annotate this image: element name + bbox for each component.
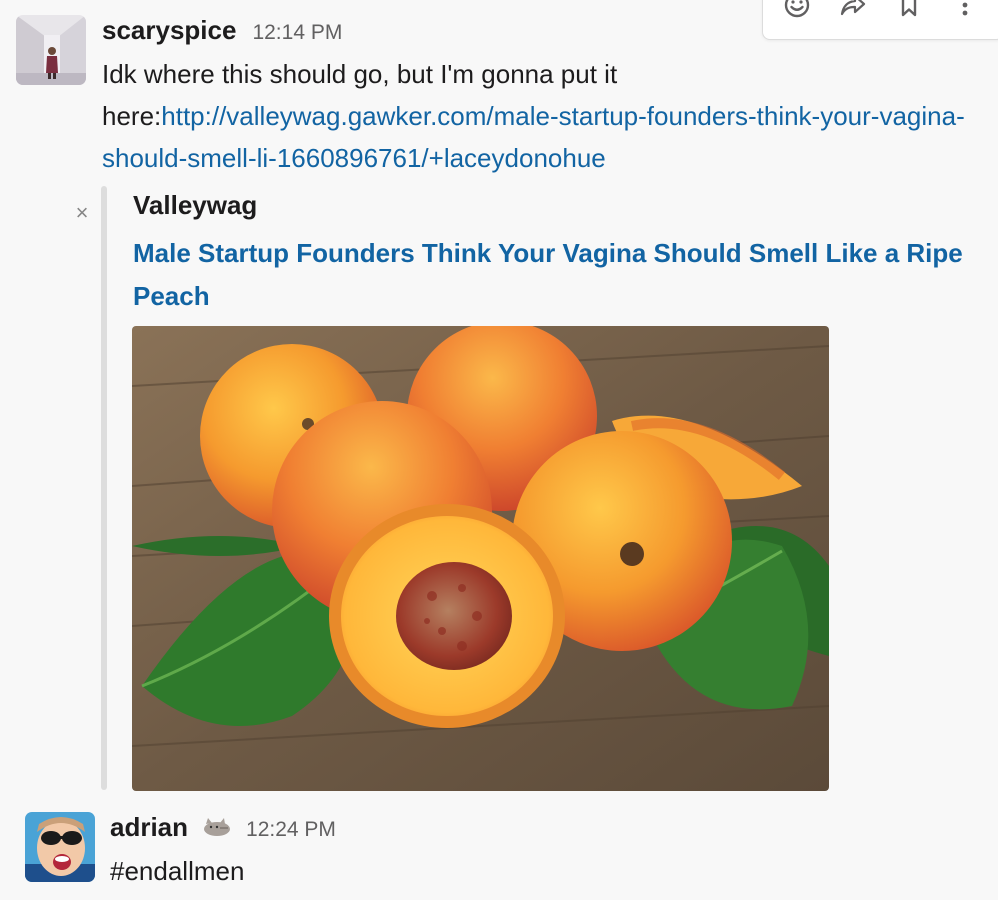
pusheen-cat-emoji (202, 816, 232, 836)
attachment-title-link[interactable]: Male Startup Founders Think Your Vagina … (133, 232, 993, 318)
attachment-service-name: Valleywag (133, 190, 258, 220)
avatar-adrian[interactable] (25, 812, 95, 882)
message-text: #endallmen (110, 856, 245, 886)
add-reaction-icon[interactable] (781, 0, 813, 21)
sender-name[interactable]: scaryspice (102, 15, 236, 46)
message-link[interactable]: http://valleywag.gawker.com/male-startup… (102, 101, 965, 173)
message-text: Idk where this should go, but I'm gonna … (102, 53, 987, 179)
timestamp[interactable]: 12:24 PM (246, 818, 336, 842)
more-actions-icon[interactable] (949, 0, 981, 21)
share-icon[interactable] (837, 0, 869, 21)
close-icon[interactable]: × (72, 200, 92, 226)
attachment-image-peaches[interactable] (132, 326, 829, 791)
message-actions-toolbar (762, 0, 998, 40)
attachment-border (101, 186, 107, 790)
timestamp[interactable]: 12:14 PM (252, 21, 342, 45)
sender-name[interactable]: adrian (110, 812, 188, 843)
bookmark-icon[interactable] (893, 0, 925, 21)
avatar-scaryspice[interactable] (16, 15, 86, 85)
